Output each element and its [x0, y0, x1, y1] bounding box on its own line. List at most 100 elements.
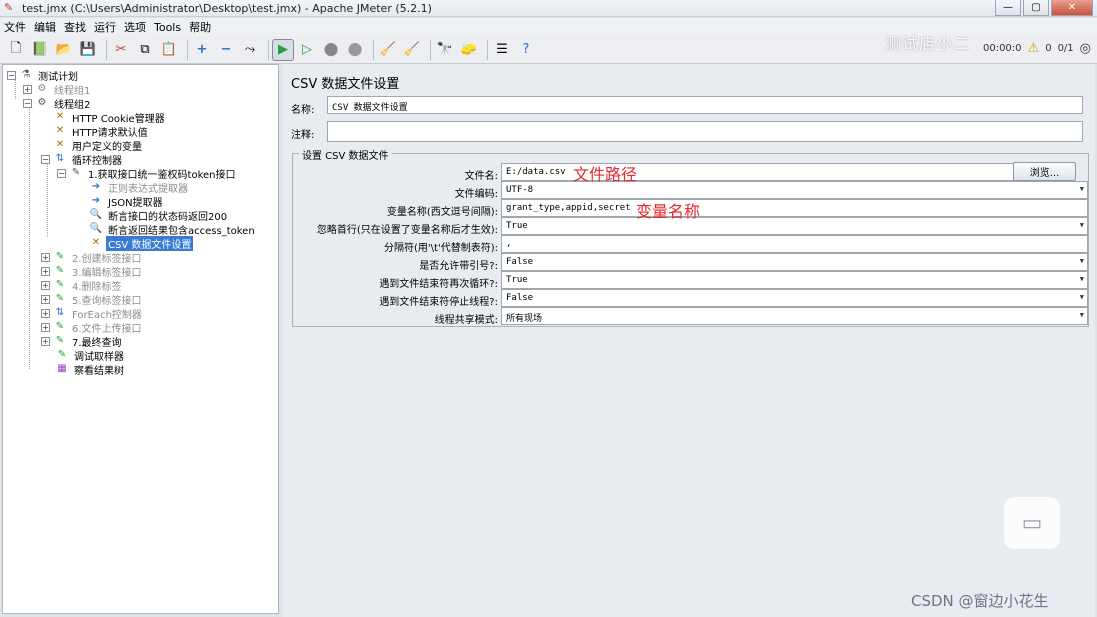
comment-label: 注释:: [291, 130, 315, 141]
clear-icon[interactable]: 🧹: [378, 40, 398, 60]
page-title: CSV 数据文件设置: [291, 77, 400, 92]
tree-node-json-extractor[interactable]: ➜ JSON提取器: [89, 194, 165, 209]
tree-node-thread-group-2[interactable]: − ⚙ 线程组2: [23, 96, 92, 111]
expand-toggle[interactable]: +: [41, 336, 50, 346]
menu-help[interactable]: 帮助: [189, 19, 211, 35]
menu-tools[interactable]: Tools: [154, 21, 181, 34]
tree-node-csv-data-set[interactable]: ✕ CSV 数据文件设置: [89, 235, 194, 251]
tree-node-thread-group-1[interactable]: + ⚙ 线程组1: [23, 82, 92, 97]
variable-names-input[interactable]: grant_type,appid,secret: [501, 199, 1088, 217]
ignore-first-line-select[interactable]: True: [501, 217, 1088, 235]
test-plan-tree[interactable]: − ⚗ 测试计划 + ⚙ 线程组1 − ⚙ 线程组2 ✕ HTTP Cookie…: [2, 64, 279, 614]
help-icon[interactable]: ?: [516, 40, 536, 60]
annotation-variable-names: 变量名称: [636, 202, 701, 221]
expand-toggle[interactable]: +: [23, 84, 32, 94]
expand-toggle[interactable]: +: [41, 280, 50, 290]
tree-node-cookie-manager[interactable]: ✕ HTTP Cookie管理器: [53, 110, 167, 125]
warning-count: 0: [1045, 43, 1052, 54]
expand-toggle[interactable]: +: [41, 252, 50, 262]
tree-node-user-variables[interactable]: ✕ 用户定义的变量: [53, 138, 144, 153]
tree-node-request-5[interactable]: + ✎ 5.查询标签接口: [41, 292, 144, 307]
tree-node-test-plan[interactable]: − ⚗ 测试计划: [7, 68, 80, 83]
collapse-toggle[interactable]: −: [57, 168, 66, 178]
collapse-toggle[interactable]: −: [41, 154, 50, 164]
recycle-on-eof-select[interactable]: True: [501, 271, 1088, 289]
clear-all-icon[interactable]: 🧹: [402, 40, 422, 60]
video-watermark: 测试店小二: [885, 34, 971, 53]
expand-icon[interactable]: +: [192, 40, 212, 60]
encoding-row: 文件编码: UTF-8: [293, 181, 1090, 200]
video-player-logo-icon: ▭: [1004, 497, 1060, 549]
pipette-icon: ✎: [55, 251, 65, 262]
warning-icon[interactable]: ⚠: [1028, 41, 1040, 56]
function-helper-icon[interactable]: ☰: [492, 40, 512, 60]
browse-button[interactable]: 浏览...: [1013, 162, 1076, 181]
tree-node-request-4[interactable]: + ✎ 4.删除标签: [41, 278, 124, 293]
stop-icon[interactable]: ⬤: [321, 40, 341, 60]
reset-search-icon[interactable]: 🧽: [459, 40, 479, 60]
minimize-button[interactable]: —: [995, 0, 1021, 16]
paste-icon[interactable]: 📋: [159, 40, 179, 60]
menu-run[interactable]: 运行: [94, 19, 116, 35]
shutdown-icon[interactable]: ⬤: [345, 40, 365, 60]
collapse-toggle[interactable]: −: [7, 70, 16, 80]
sharing-mode-select[interactable]: 所有现场: [501, 307, 1088, 325]
start-icon[interactable]: ▶: [272, 38, 294, 61]
tree-node-regex-extractor[interactable]: ➜ 正则表达式提取器: [89, 180, 190, 195]
pipette-icon: ✎: [57, 349, 67, 360]
collapse-icon[interactable]: −: [216, 40, 236, 60]
menu-file[interactable]: 文件: [4, 19, 26, 35]
tree-node-http-defaults[interactable]: ✕ HTTP请求默认值: [53, 124, 150, 139]
tree-node-request-1[interactable]: − ✎ 1.获取接口统一鉴权码token接口: [57, 166, 238, 181]
save-icon[interactable]: 💾: [78, 40, 98, 60]
tree-node-view-results-tree[interactable]: ▦ 察看结果树: [55, 362, 126, 377]
search-icon[interactable]: 🔭: [435, 40, 455, 60]
maximize-button[interactable]: ▢: [1023, 0, 1049, 16]
templates-icon[interactable]: 📗: [30, 40, 50, 60]
cut-icon[interactable]: ✂: [111, 40, 131, 60]
comment-field[interactable]: [327, 121, 1083, 142]
tree-node-request-3[interactable]: + ✎ 3.编辑标签接口: [41, 264, 144, 279]
allow-quoted-label: 是否允许带引号?:: [419, 261, 498, 272]
pipette-icon: ✎: [55, 265, 65, 276]
encoding-label: 文件编码:: [454, 189, 498, 200]
expand-toggle[interactable]: +: [41, 308, 50, 318]
tree-node-foreach-controller[interactable]: + ⇅ ForEach控制器: [41, 306, 144, 321]
tree-node-loop-controller[interactable]: − ⇅ 循环控制器: [41, 152, 124, 167]
ignore-first-line-label: 忽略首行(只在设置了变量名称后才生效):: [316, 225, 498, 236]
tree-node-debug-sampler[interactable]: ✎ 调试取样器: [55, 348, 126, 363]
expand-toggle[interactable]: +: [41, 266, 50, 276]
remote-icon: ◎: [1079, 41, 1091, 56]
pipette-icon: ✎: [55, 335, 65, 346]
group-title: 设置 CSV 数据文件: [299, 147, 392, 162]
open-icon[interactable]: 📂: [54, 40, 74, 60]
allow-quoted-select[interactable]: False: [501, 253, 1088, 271]
start-no-pause-icon[interactable]: ▷: [297, 40, 317, 60]
delimiter-input[interactable]: ,: [501, 235, 1088, 253]
recycle-on-eof-row: 遇到文件结束符再次循环?: True: [293, 271, 1090, 290]
expand-toggle[interactable]: +: [41, 322, 50, 332]
toggle-icon[interactable]: ⤳: [240, 40, 260, 60]
name-field[interactable]: CSV 数据文件设置: [327, 96, 1083, 114]
arrow-icon: ➜: [91, 181, 101, 192]
pipette-icon: ✎: [71, 167, 81, 178]
sharing-mode-label: 线程共享模式:: [434, 315, 498, 326]
toolbar-separator: [430, 39, 431, 60]
collapse-toggle[interactable]: −: [23, 98, 32, 108]
tree-node-request-7[interactable]: + ✎ 7.最终查询: [41, 334, 124, 349]
expand-toggle[interactable]: +: [41, 294, 50, 304]
new-icon[interactable]: 🗋: [6, 40, 26, 60]
csv-config-panel: CSV 数据文件设置 名称: CSV 数据文件设置 注释: 设置 CSV 数据文…: [283, 64, 1095, 617]
stop-thread-on-eof-select[interactable]: False: [501, 289, 1088, 307]
menu-search[interactable]: 查找: [64, 19, 86, 35]
close-button[interactable]: ✕: [1051, 0, 1093, 16]
menu-edit[interactable]: 编辑: [34, 19, 56, 35]
copy-icon[interactable]: ⧉: [135, 40, 155, 60]
menu-options[interactable]: 选项: [124, 19, 146, 35]
tree-node-request-6[interactable]: + ✎ 6.文件上传接口: [41, 320, 144, 335]
tree-node-assertion-status[interactable]: 🔍 断言接口的状态码返回200: [89, 208, 229, 223]
tools-icon: ✕: [55, 125, 65, 136]
title-bar: ✎ test.jmx (C:\Users\Administrator\Deskt…: [0, 0, 1097, 17]
tree-node-assertion-token[interactable]: 🔍 断言返回结果包含access_token: [89, 222, 257, 237]
tree-node-request-2[interactable]: + ✎ 2.创建标签接口: [41, 250, 144, 265]
